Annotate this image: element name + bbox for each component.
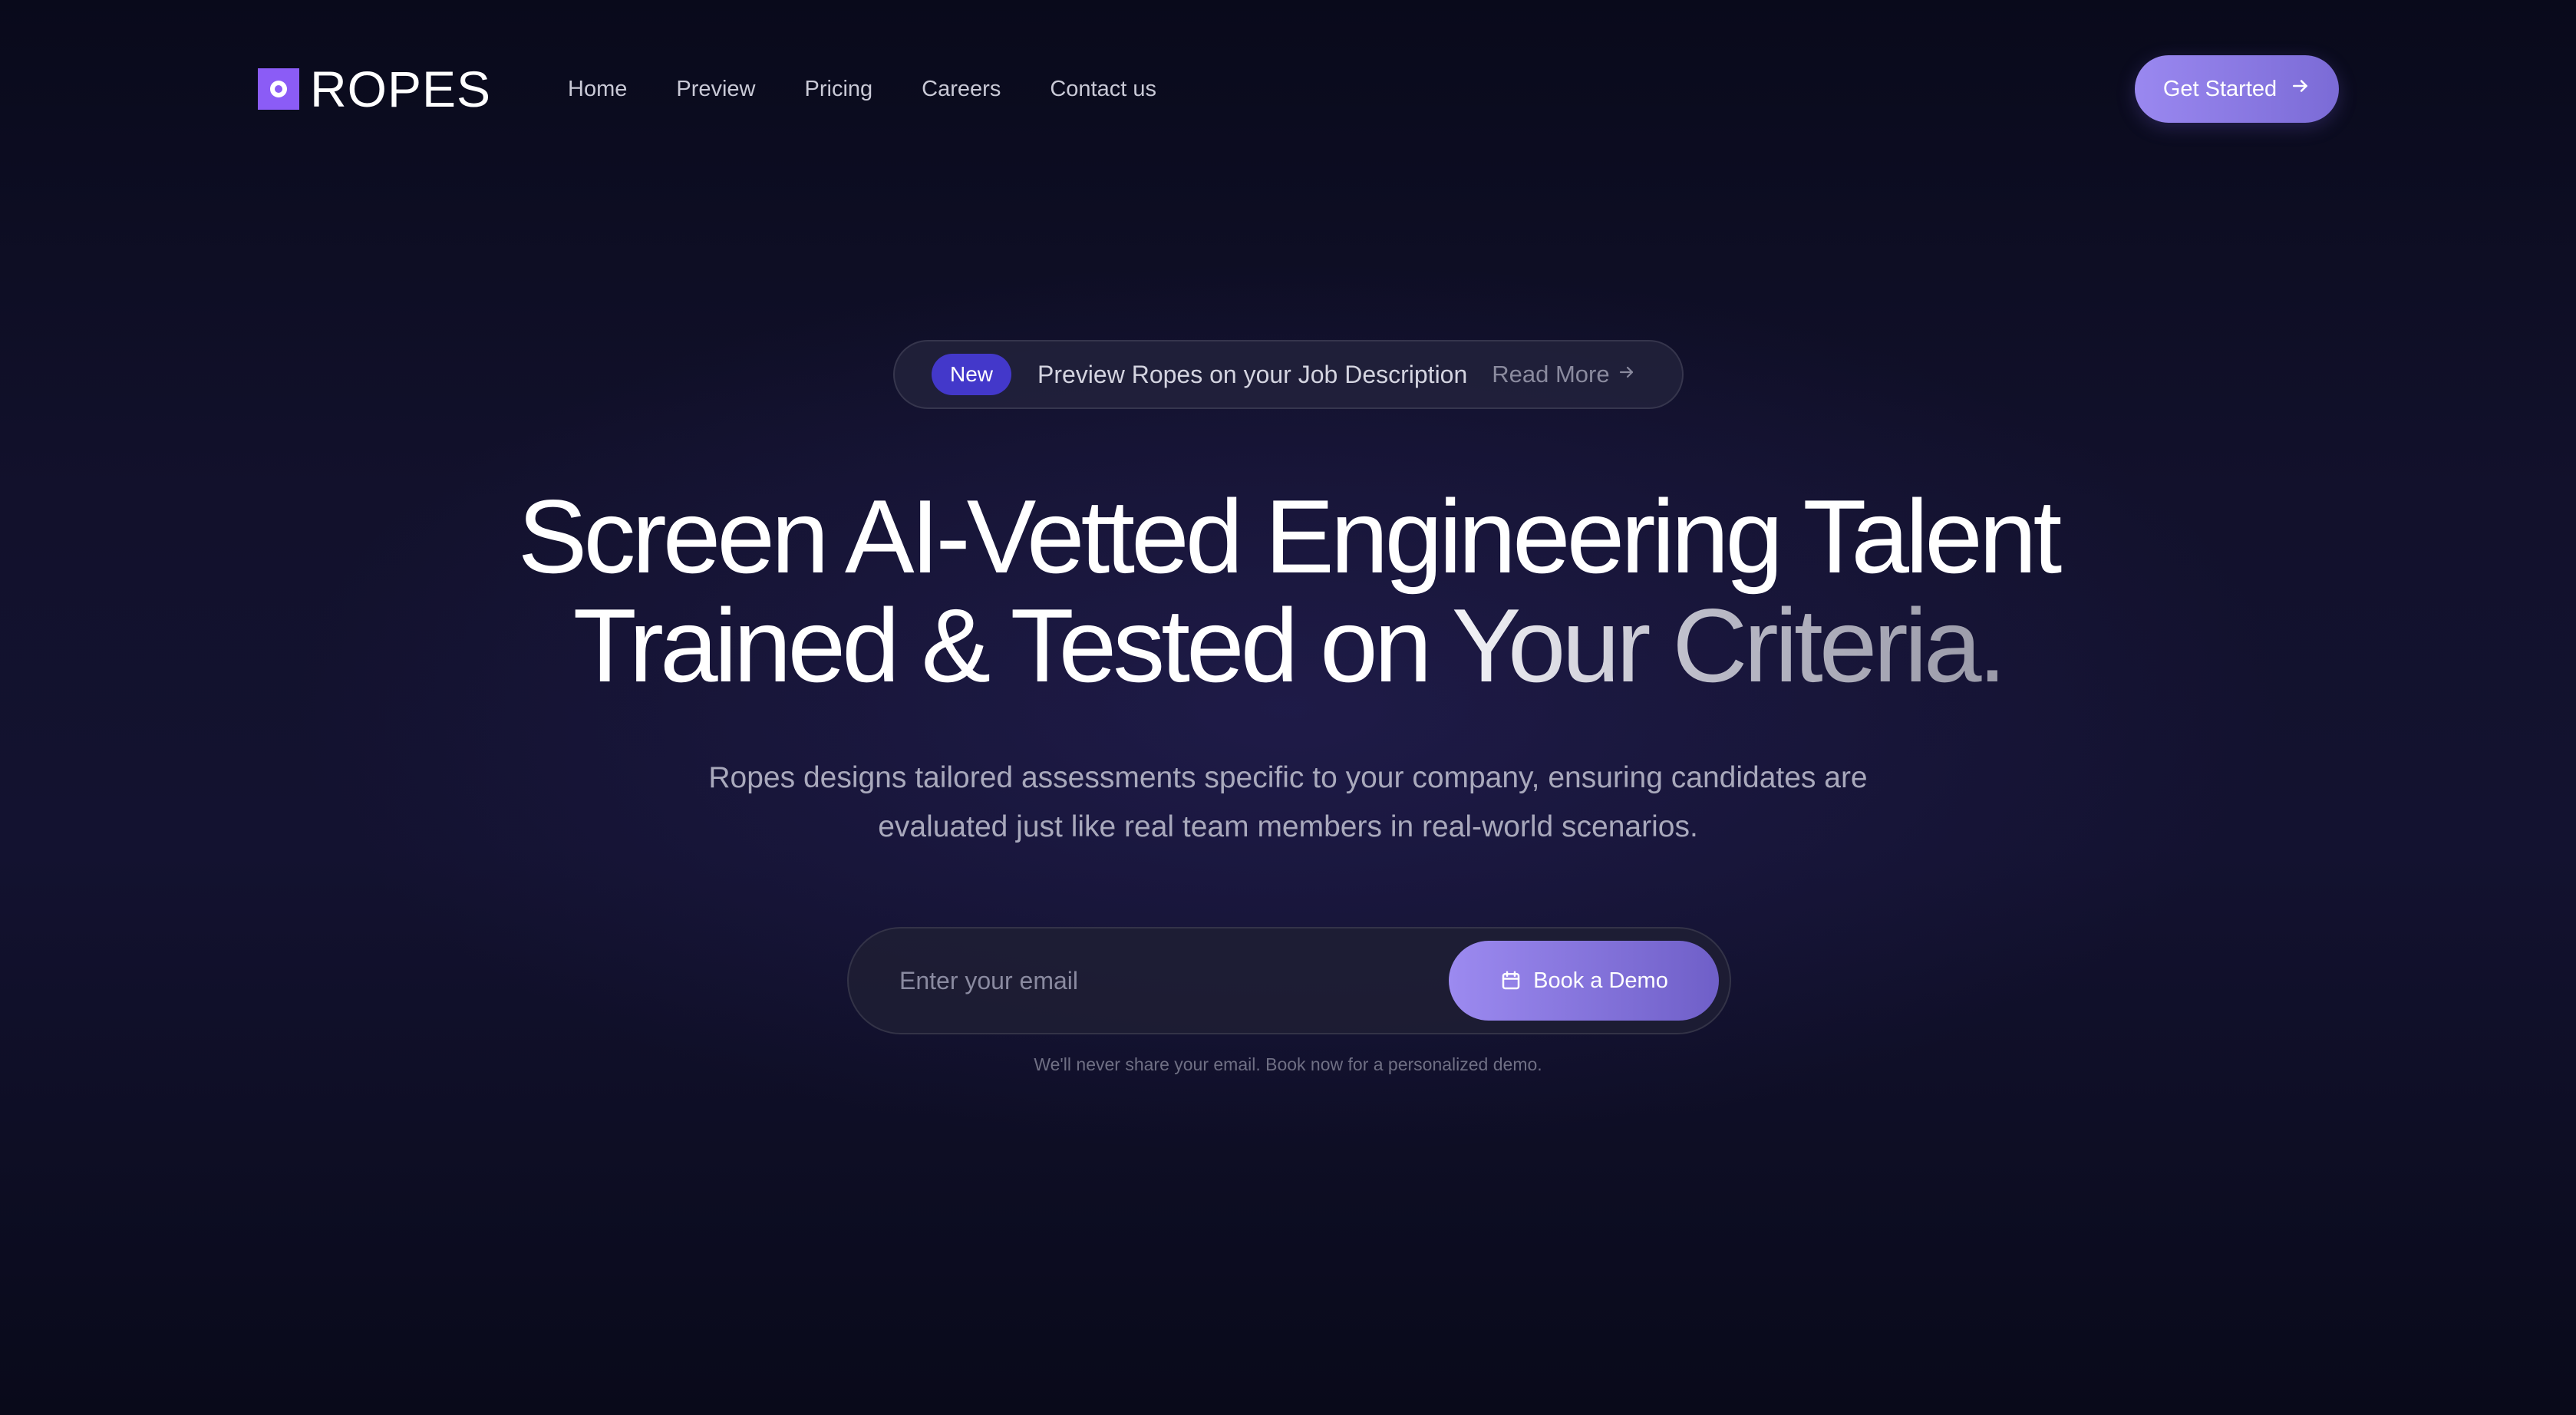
nav-preview[interactable]: Preview bbox=[676, 77, 755, 102]
get-started-label: Get Started bbox=[2162, 76, 2278, 101]
new-badge: New bbox=[932, 354, 1011, 395]
book-demo-button[interactable]: Book a Demo bbox=[1449, 941, 1719, 1021]
read-more-label: Read More bbox=[1492, 361, 1610, 388]
nav-careers[interactable]: Careers bbox=[922, 77, 1001, 102]
email-disclaimer: We'll never share your email. Book now f… bbox=[1034, 1054, 1542, 1074]
logo-square-icon bbox=[258, 68, 299, 110]
hero-subtitle: Ropes designs tailored assessments speci… bbox=[0, 754, 2576, 852]
nav-home[interactable]: Home bbox=[568, 77, 627, 102]
headline-line-2-highlight: Your Criteria. bbox=[1451, 587, 2007, 704]
hero-headline: Screen AI-Vetted Engineering Talent Trai… bbox=[0, 482, 2576, 700]
nav-pricing[interactable]: Pricing bbox=[805, 77, 873, 102]
announcement-pill[interactable]: New Preview Ropes on your Job Descriptio… bbox=[893, 340, 1684, 409]
subtitle-line-2: evaluated just like real team members in… bbox=[878, 810, 1698, 843]
announcement-text: Preview Ropes on your Job Description bbox=[1037, 360, 1468, 388]
subtitle-line-1: Ropes designs tailored assessments speci… bbox=[708, 761, 1868, 794]
nav-contact[interactable]: Contact us bbox=[1050, 77, 1156, 102]
headline-line-2-start: Trained & Tested on bbox=[572, 587, 1452, 704]
arrow-right-icon bbox=[1618, 362, 1636, 387]
get-started-button[interactable]: Get Started bbox=[2135, 55, 2339, 123]
brand-name: ROPES bbox=[310, 61, 492, 117]
book-demo-label: Book a Demo bbox=[1533, 968, 1668, 993]
main-nav: Home Preview Pricing Careers Contact us bbox=[568, 74, 1206, 104]
arrow-right-icon bbox=[2291, 76, 2310, 102]
headline-line-2: Trained & Tested on Your Criteria. bbox=[0, 591, 2576, 700]
read-more-link[interactable]: Read More bbox=[1492, 361, 1635, 388]
headline-line-1: Screen AI-Vetted Engineering Talent bbox=[517, 478, 2063, 595]
calendar-icon bbox=[1499, 969, 1522, 992]
email-signup-form: Book a Demo bbox=[847, 927, 1731, 1034]
email-input[interactable] bbox=[898, 957, 1449, 1004]
brand-logo[interactable]: ROPES bbox=[258, 64, 491, 114]
